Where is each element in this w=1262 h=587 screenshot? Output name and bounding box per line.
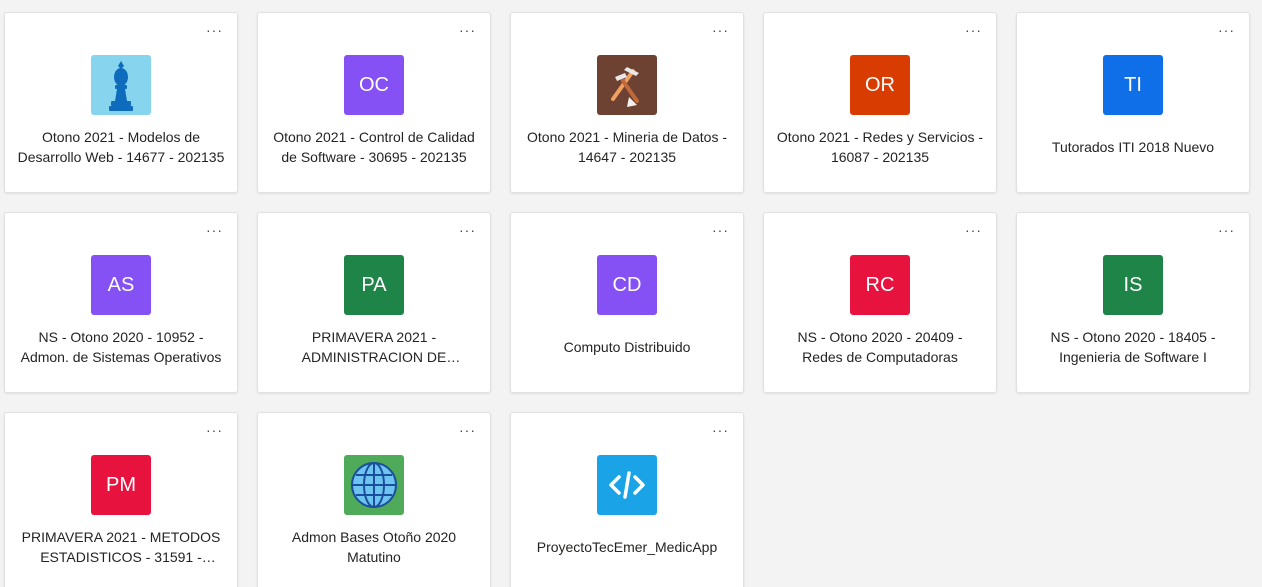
team-name-text: Otono 2021 - Redes y Servicios - 16087 -… (776, 129, 984, 165)
team-name: PRIMAVERA 2021 - METODOS ESTADISTICOS - … (17, 526, 225, 568)
more-options-icon[interactable]: ··· (206, 423, 223, 437)
team-avatar: PA (344, 255, 404, 315)
team-avatar: IS (1103, 255, 1163, 315)
more-options-icon[interactable]: ··· (965, 223, 982, 237)
team-avatar: AS (91, 255, 151, 315)
team-avatar: PM (91, 455, 151, 515)
team-name: NS - Otono 2020 - 10952 - Admon. de Sist… (17, 326, 225, 368)
team-name: Otono 2021 - Redes y Servicios - 16087 -… (776, 126, 984, 168)
team-avatar: RC (850, 255, 910, 315)
team-avatar: TI (1103, 55, 1163, 115)
team-name: PRIMAVERA 2021 - ADMINISTRACION DE PROYE… (270, 326, 478, 368)
team-card[interactable]: ··· Otono 2021 - Modelos de Desarrollo We… (4, 12, 238, 193)
team-name: Otono 2021 - Mineria de Datos - 14647 - … (523, 126, 731, 168)
team-name: ProyectoTecEmer_MedicApp (523, 526, 731, 568)
team-initials: CD (612, 273, 642, 296)
more-options-icon[interactable]: ··· (206, 23, 223, 37)
code-icon (597, 455, 657, 515)
team-name-text: NS - Otono 2020 - 20409 - Redes de Compu… (797, 329, 963, 365)
team-avatar: OR (850, 55, 910, 115)
team-initials: PM (106, 473, 136, 496)
team-card[interactable]: ··· Otono 2021 - Mineria de Datos - 14647… (510, 12, 744, 193)
team-name: Computo Distribuido (523, 326, 731, 368)
team-card[interactable]: ··· ProyectoTecEmer_MedicApp (510, 412, 744, 587)
team-name: Otono 2021 - Control de Calidad de Softw… (270, 126, 478, 168)
team-card[interactable]: ··· Admon Bases Otoño 2020 Matutino (257, 412, 491, 587)
more-options-icon[interactable]: ··· (459, 423, 476, 437)
team-card[interactable]: ··· OR Otono 2021 - Redes y Servicios - 16… (763, 12, 997, 193)
more-options-icon[interactable]: ··· (712, 23, 729, 37)
team-name: Admon Bases Otoño 2020 Matutino (270, 526, 478, 568)
teams-grid: ··· Otono 2021 - Modelos de Desarrollo We… (0, 0, 1262, 587)
more-options-icon[interactable]: ··· (1218, 23, 1235, 37)
team-avatar (344, 455, 404, 515)
team-card[interactable]: ··· PA PRIMAVERA 2021 - ADMINISTRACION DE … (257, 212, 491, 393)
team-name-text: ProyectoTecEmer_MedicApp (536, 539, 718, 555)
team-name-text: Admon Bases Otoño 2020 Matutino (291, 529, 457, 565)
team-initials: RC (865, 273, 895, 296)
more-options-icon[interactable]: ··· (459, 23, 476, 37)
more-options-icon[interactable]: ··· (712, 423, 729, 437)
team-name-text: Otono 2021 - Modelos de Desarrollo Web -… (17, 129, 225, 165)
team-initials: TI (1124, 73, 1142, 96)
globe-icon (344, 455, 404, 515)
team-card[interactable]: ··· CD Computo Distribuido (510, 212, 744, 393)
team-initials: PA (361, 273, 387, 296)
team-name-text: PRIMAVERA 2021 - ADMINISTRACION DE PROYE… (301, 329, 447, 365)
team-avatar: OC (344, 55, 404, 115)
more-options-icon[interactable]: ··· (712, 223, 729, 237)
more-options-icon[interactable]: ··· (206, 223, 223, 237)
team-name: NS - Otono 2020 - 20409 - Redes de Compu… (776, 326, 984, 368)
team-avatar (91, 55, 151, 115)
team-card[interactable]: ··· TI Tutorados ITI 2018 Nuevo (1016, 12, 1250, 193)
team-card[interactable]: ··· IS NS - Otono 2020 - 18405 - Ingenieri… (1016, 212, 1250, 393)
team-card[interactable]: ··· AS NS - Otono 2020 - 10952 - Admon. de… (4, 212, 238, 393)
more-options-icon[interactable]: ··· (459, 223, 476, 237)
team-name: Tutorados ITI 2018 Nuevo (1029, 126, 1237, 168)
team-name-text: Tutorados ITI 2018 Nuevo (1051, 139, 1215, 155)
team-avatar: CD (597, 255, 657, 315)
team-name-text: Otono 2021 - Mineria de Datos - 14647 - … (527, 129, 727, 165)
team-name-text: Otono 2021 - Control de Calidad de Softw… (273, 129, 475, 165)
team-initials: OR (865, 73, 895, 96)
team-initials: IS (1123, 273, 1143, 296)
team-card[interactable]: ··· OC Otono 2021 - Control de Calidad de … (257, 12, 491, 193)
chess-bishop-icon (91, 55, 151, 115)
team-initials: AS (107, 273, 135, 296)
team-name-text: PRIMAVERA 2021 - METODOS ESTADISTICOS - … (21, 529, 221, 565)
team-name-text: Computo Distribuido (563, 339, 691, 355)
tools-icon (597, 55, 657, 115)
team-card[interactable]: ··· PM PRIMAVERA 2021 - METODOS ESTADISTIC… (4, 412, 238, 587)
team-name: Otono 2021 - Modelos de Desarrollo Web -… (17, 126, 225, 168)
team-avatar (597, 55, 657, 115)
team-name: NS - Otono 2020 - 18405 - Ingenieria de … (1029, 326, 1237, 368)
team-avatar (597, 455, 657, 515)
more-options-icon[interactable]: ··· (965, 23, 982, 37)
team-initials: OC (359, 73, 389, 96)
more-options-icon[interactable]: ··· (1218, 223, 1235, 237)
team-name-text: NS - Otono 2020 - 18405 - Ingenieria de … (1050, 329, 1216, 365)
team-name-text: NS - Otono 2020 - 10952 - Admon. de Sist… (20, 329, 222, 365)
team-card[interactable]: ··· RC NS - Otono 2020 - 20409 - Redes de … (763, 212, 997, 393)
